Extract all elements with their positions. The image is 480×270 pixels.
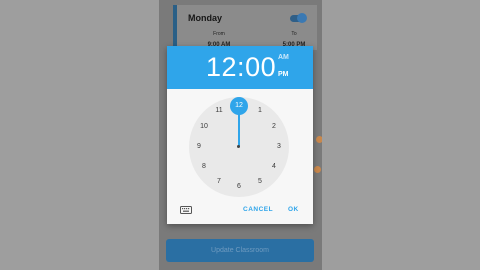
dial-number[interactable]: 7 <box>213 177 225 187</box>
day-label: Monday <box>188 13 223 23</box>
dial-number[interactable]: 1 <box>254 106 266 116</box>
keyboard-icon[interactable] <box>180 206 192 214</box>
to-label: To <box>291 31 297 37</box>
cancel-button[interactable]: CANCEL <box>243 206 273 213</box>
time-picker-header: 12:00 AM PM <box>167 46 313 89</box>
dial-number[interactable]: 2 <box>268 122 280 132</box>
selected-time-display: 12:00 <box>206 52 276 83</box>
time-separator: : <box>237 52 246 82</box>
dial-number[interactable]: 5 <box>254 177 266 187</box>
dial-number[interactable]: 6 <box>233 182 245 192</box>
dial-number[interactable]: 3 <box>273 142 285 152</box>
side-indicator-dot <box>314 166 321 173</box>
side-indicator-dot <box>316 136 322 143</box>
update-classroom-button[interactable]: Update Classroom <box>166 239 314 262</box>
dial-number[interactable]: 4 <box>268 162 280 172</box>
dial-number[interactable]: 9 <box>193 142 205 152</box>
from-label: From <box>213 31 225 37</box>
clock-center <box>237 145 240 148</box>
am-toggle[interactable]: AM <box>278 54 289 61</box>
dial-number[interactable]: 12 <box>233 101 245 111</box>
ok-button[interactable]: OK <box>288 206 299 213</box>
dial-number[interactable]: 10 <box>198 122 210 132</box>
pm-toggle[interactable]: PM <box>278 71 289 78</box>
dial-number[interactable]: 8 <box>198 162 210 172</box>
day-toggle[interactable] <box>290 13 307 23</box>
minute-display[interactable]: 00 <box>245 52 276 82</box>
dial-number[interactable]: 11 <box>213 106 225 116</box>
schedule-day-card: Monday From 9:00 AM To 5:00 PM <box>173 5 317 50</box>
hour-display[interactable]: 12 <box>206 52 237 82</box>
toggle-knob <box>297 13 307 23</box>
time-picker-dialog: 12:00 AM PM 12 1 2 3 4 5 6 7 8 9 10 11 C… <box>167 46 313 224</box>
app-screen: Monday From 9:00 AM To 5:00 PM Update Cl… <box>159 0 322 270</box>
